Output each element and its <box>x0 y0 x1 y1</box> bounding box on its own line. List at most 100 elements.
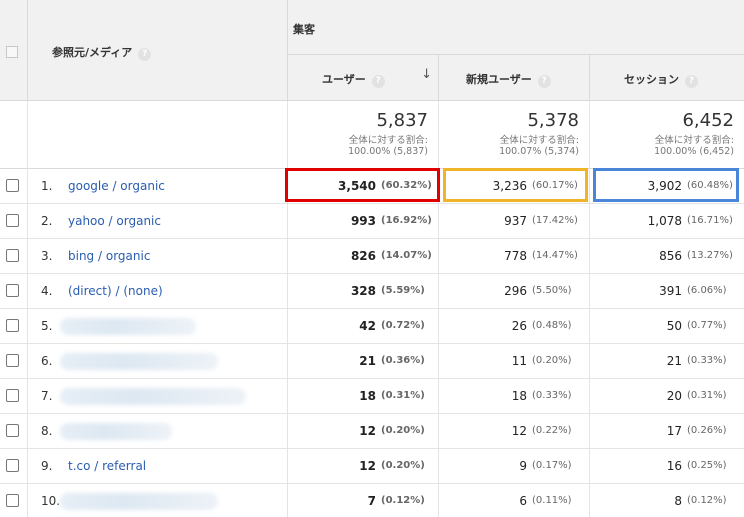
total-detail: 100.00% (6,452) <box>654 146 734 157</box>
dimension-header[interactable]: 参照元/メディア? <box>28 0 288 101</box>
row-source-link[interactable]: bing / organic <box>68 249 150 263</box>
metric-percent: (13.27%) <box>687 250 733 261</box>
metric-value: 12 <box>359 459 376 473</box>
totals-sessions: 6,452 全体に対する割合: 100.00% (6,452) <box>590 101 744 169</box>
metric-percent: (0.31%) <box>381 390 425 401</box>
metric-value: 21 <box>666 354 682 368</box>
sessions-cell: 50 (0.77%) <box>590 309 744 344</box>
row-checkbox[interactable] <box>6 179 19 192</box>
row-checkbox[interactable] <box>6 459 19 472</box>
new-users-cell: 9 (0.17%) <box>439 449 590 484</box>
metric-value: 12 <box>511 424 527 438</box>
metric-header-sessions[interactable]: セッション? <box>590 55 744 101</box>
users-cell: 21 (0.36%) <box>288 344 439 379</box>
row-checkbox[interactable] <box>6 284 19 297</box>
metric-value: 16 <box>666 459 682 473</box>
header-checkbox-column <box>0 0 28 101</box>
metric-header-new-users[interactable]: 新規ユーザー? <box>439 55 590 101</box>
metric-value: 18 <box>511 389 527 403</box>
table-row: 5. 42 (0.72%) 26 (0.48%) 50 (0.77%) <box>0 309 744 344</box>
row-index: 8. <box>41 424 53 438</box>
sessions-cell: 21 (0.33%) <box>590 344 744 379</box>
metric-percent: (0.17%) <box>532 460 572 471</box>
table-row: 9. t.co / referral 12 (0.20%) 9 (0.17%) 16 (0.2… <box>0 449 744 484</box>
row-checkbox[interactable] <box>6 214 19 227</box>
row-dimension-cell: 9. t.co / referral <box>28 449 288 484</box>
row-index: 4. <box>41 284 53 298</box>
total-value: 6,452 <box>682 110 734 131</box>
total-caption-wrap: 全体に対する割合: 100.00% (6,452) <box>654 135 734 157</box>
metric-label-wrap: ユーザー? <box>322 71 385 88</box>
dimension-label-wrap: 参照元/メディア? <box>52 44 152 61</box>
row-checkbox-cell <box>0 344 28 379</box>
metric-group-header: 集客 <box>288 0 744 55</box>
row-checkbox[interactable] <box>6 354 19 367</box>
metric-label-new-users: 新規ユーザー <box>466 73 532 86</box>
metric-percent: (0.72%) <box>381 320 425 331</box>
metric-percent: (17.42%) <box>532 215 578 226</box>
metric-value: 12 <box>359 424 376 438</box>
row-source-link[interactable]: (direct) / (none) <box>68 284 163 298</box>
metric-value: 6 <box>519 494 527 508</box>
users-cell: 12 (0.20%) <box>288 414 439 449</box>
metric-percent: (0.33%) <box>532 390 572 401</box>
help-icon[interactable]: ? <box>371 75 385 88</box>
row-source-link[interactable]: yahoo / organic <box>68 214 161 228</box>
table-row: 6. 21 (0.36%) 11 (0.20%) 21 (0.33%) <box>0 344 744 379</box>
metric-percent: (5.50%) <box>532 285 572 296</box>
total-value: 5,837 <box>376 110 428 131</box>
row-checkbox-cell <box>0 379 28 414</box>
row-checkbox[interactable] <box>6 319 19 332</box>
new-users-cell: 937 (17.42%) <box>439 204 590 239</box>
metric-percent: (6.06%) <box>687 285 727 296</box>
row-checkbox-cell <box>0 414 28 449</box>
redacted-source <box>60 388 246 405</box>
metric-value: 11 <box>511 354 527 368</box>
total-detail: 100.00% (5,837) <box>348 146 428 157</box>
row-checkbox-cell <box>0 239 28 274</box>
metric-header-users[interactable]: ユーザー? ↓ <box>288 55 439 101</box>
total-caption: 全体に対する割合: <box>654 135 734 146</box>
row-index: 3. <box>41 249 53 263</box>
row-index: 1. <box>41 179 53 193</box>
metric-percent: (0.20%) <box>381 460 425 471</box>
help-icon[interactable]: ? <box>685 75 698 88</box>
metric-percent: (14.47%) <box>532 250 578 261</box>
row-checkbox[interactable] <box>6 494 19 507</box>
metric-percent: (0.20%) <box>381 425 425 436</box>
row-checkbox[interactable] <box>6 424 19 437</box>
metric-percent: (0.77%) <box>687 320 727 331</box>
sort-descending-icon[interactable]: ↓ <box>421 67 432 82</box>
row-checkbox-cell <box>0 204 28 239</box>
row-dimension-cell: 10. <box>28 484 288 517</box>
row-source-link[interactable]: google / organic <box>68 179 165 193</box>
sessions-cell: 391 (6.06%) <box>590 274 744 309</box>
table-header: 参照元/メディア? 集客 ユーザー? ↓ 新規ユーザー? セッション? <box>0 0 744 101</box>
users-cell: 42 (0.72%) <box>288 309 439 344</box>
select-all-checkbox <box>6 46 18 58</box>
totals-new-users: 5,378 全体に対する割合: 100.07% (5,374) <box>439 101 590 169</box>
help-icon[interactable]: ? <box>537 75 551 88</box>
totals-users: 5,837 全体に対する割合: 100.00% (5,837) <box>288 101 439 169</box>
users-cell: 12 (0.20%) <box>288 449 439 484</box>
row-checkbox[interactable] <box>6 249 19 262</box>
table-row: 3. bing / organic 826 (14.07%) 778 (14.47%) 85… <box>0 239 744 274</box>
new-users-cell: 12 (0.22%) <box>439 414 590 449</box>
row-source-link[interactable]: t.co / referral <box>68 459 146 473</box>
metric-percent: (0.25%) <box>687 460 727 471</box>
sessions-cell: 856 (13.27%) <box>590 239 744 274</box>
metric-value: 9 <box>519 459 527 473</box>
sessions-cell: 16 (0.25%) <box>590 449 744 484</box>
row-checkbox[interactable] <box>6 389 19 402</box>
row-checkbox-cell <box>0 449 28 484</box>
help-icon[interactable]: ? <box>138 48 152 61</box>
row-dimension-cell: 6. <box>28 344 288 379</box>
total-caption: 全体に対する割合: <box>348 135 428 146</box>
row-dimension-cell: 3. bing / organic <box>28 239 288 274</box>
total-caption: 全体に対する割合: <box>499 135 579 146</box>
metric-value: 7 <box>367 494 376 508</box>
row-checkbox-cell <box>0 309 28 344</box>
row-index: 9. <box>41 459 53 473</box>
highlight-box-blue <box>593 168 739 202</box>
metric-group-label: 集客 <box>293 23 315 36</box>
